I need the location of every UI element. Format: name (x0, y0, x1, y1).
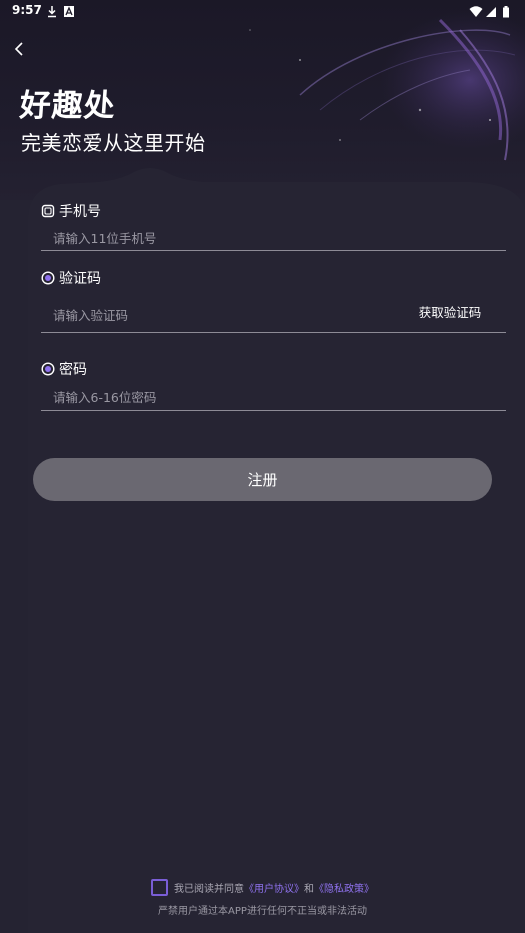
phone-label-text: 手机号 (59, 204, 101, 220)
brand-logo-text: 好趣处 (18, 88, 118, 124)
download-icon (48, 6, 56, 18)
verification-code-input[interactable] (41, 298, 406, 333)
agreement-row: 我已阅读并同意 《用户协议》 和 《隐私政策》 (0, 877, 525, 897)
password-label-text: 密码 (59, 362, 87, 378)
lock-icon (41, 362, 55, 376)
code-underline (405, 332, 506, 333)
phone-icon (41, 204, 55, 218)
code-label: 验证码 (41, 268, 101, 288)
phone-label: 手机号 (41, 201, 101, 221)
status-right-icons (469, 4, 515, 18)
user-agreement-link[interactable]: 《用户协议》 (244, 880, 304, 895)
password-input[interactable] (41, 384, 506, 411)
register-screen: 9:57 好趣处 完美恋爱从这里开始 手机号 请输入11位手机号 验证码 请输入… (0, 0, 525, 933)
get-code-button[interactable]: 获取验证码 (410, 303, 490, 323)
password-label: 密码 (41, 359, 87, 379)
slogan: 完美恋爱从这里开始 (21, 131, 206, 155)
status-bar: 9:57 (0, 0, 525, 22)
agreement-checkbox[interactable] (151, 878, 168, 896)
chevron-left-icon (14, 42, 23, 56)
status-left-icons (46, 4, 76, 18)
back-button[interactable] (8, 38, 30, 60)
battery-icon (503, 6, 509, 18)
code-label-text: 验证码 (59, 271, 101, 287)
wifi-icon (469, 6, 483, 17)
legal-warning: 严禁用户通过本APP进行任何不正当或非法活动 (158, 906, 367, 917)
verify-icon (41, 271, 55, 285)
notification-a-icon (64, 6, 74, 17)
signal-icon (486, 7, 496, 17)
privacy-policy-link[interactable]: 《隐私政策》 (314, 880, 374, 895)
phone-input[interactable] (41, 226, 506, 251)
agreement-prefix: 我已阅读并同意 (174, 883, 244, 895)
agreement-and: 和 (304, 883, 314, 895)
status-time: 9:57 (12, 3, 42, 17)
register-button[interactable]: 注册 (33, 458, 492, 501)
